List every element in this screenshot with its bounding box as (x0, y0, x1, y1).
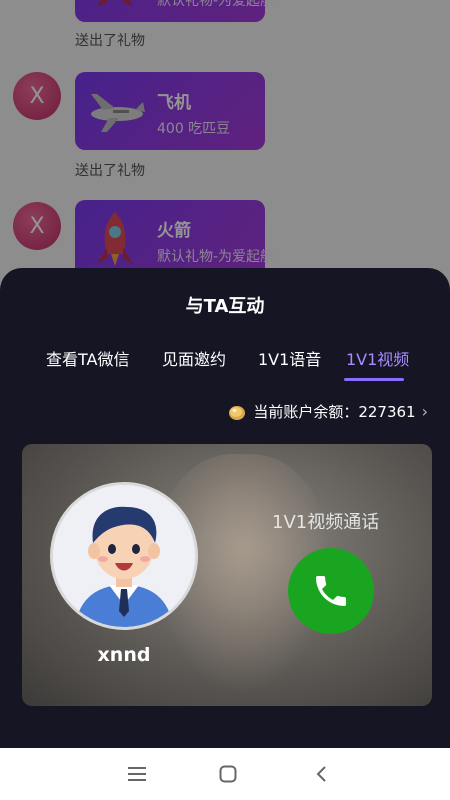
chevron-right-icon: › (421, 402, 428, 421)
dim-overlay[interactable] (0, 0, 450, 290)
tab-bar: 查看TA微信 见面邀约 1V1语音 1V1视频 (0, 346, 450, 386)
tab-voice-call[interactable]: 1V1语音 (258, 346, 321, 370)
interaction-sheet: 与TA互动 查看TA微信 见面邀约 1V1语音 1V1视频 当前账户余额：227… (0, 268, 450, 748)
tab-video-call[interactable]: 1V1视频 (346, 346, 409, 370)
home-icon[interactable] (213, 760, 243, 788)
account-balance[interactable]: 当前账户余额：227361 › (227, 401, 428, 422)
menu-icon[interactable] (122, 760, 152, 788)
tab-meet-invite[interactable]: 见面邀约 (162, 346, 226, 370)
user-name: xnnd (97, 644, 151, 666)
user-avatar[interactable] (50, 482, 198, 630)
cartoon-user-icon (53, 485, 195, 627)
back-icon[interactable] (306, 760, 336, 788)
phone-icon (316, 576, 346, 606)
chat-background: 默认礼物-为爱起航 送出了礼物 X 飞机 400 吃匹豆 送出了礼物 X 火箭 … (0, 0, 450, 290)
system-nav-bar (0, 748, 450, 800)
active-tab-indicator (344, 378, 404, 381)
coin-icon (229, 405, 246, 420)
video-call-label: 1V1视频通话 (272, 512, 380, 533)
video-call-button[interactable] (288, 548, 374, 634)
video-call-card: xnnd 1V1视频通话 (22, 444, 432, 706)
tab-view-wechat[interactable]: 查看TA微信 (46, 346, 129, 370)
balance-text: 当前账户余额：227361 (253, 403, 416, 421)
sheet-title: 与TA互动 (185, 296, 265, 317)
